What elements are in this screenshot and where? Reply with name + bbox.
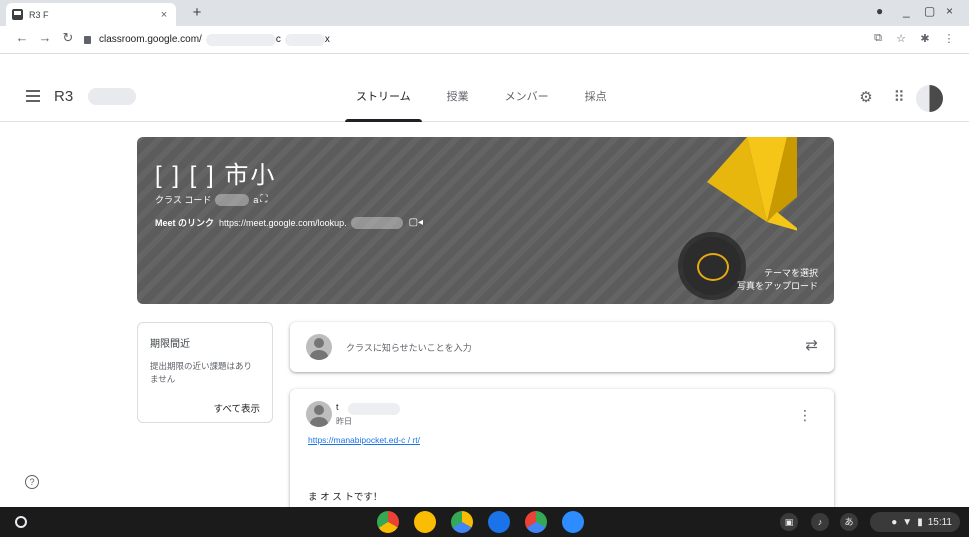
back-arrow-icon[interactable]: ←: [14, 30, 30, 45]
post-body: ま オ ス トです！: [308, 492, 383, 503]
zoom-app-icon[interactable]: [562, 511, 584, 533]
window-close-icon[interactable]: ×: [946, 4, 953, 18]
classroom-appbar: R3 ストリーム 授業 メンバー 採点 ⚙ ⠿: [0, 75, 969, 122]
announce-box[interactable]: クラスに知らせたいことを入力 ⇄: [290, 322, 834, 372]
tab-stream[interactable]: ストリーム: [345, 75, 422, 122]
launcher-icon[interactable]: [15, 516, 27, 528]
url-text: classroom.google.com/: [99, 34, 202, 45]
clock-time: 15:11: [927, 516, 952, 528]
microphone-icon[interactable]: ♪: [811, 513, 829, 531]
upload-badge-icon: [683, 237, 741, 295]
announce-placeholder[interactable]: クラスに知らせたいことを入力: [346, 341, 472, 354]
meet-url-redaction: [350, 216, 403, 229]
files-app-icon[interactable]: [488, 511, 510, 533]
url-tail-text: x: [324, 34, 330, 45]
class-name-redaction: [88, 88, 136, 105]
browser-tabstrip: R3 F × + ● _ ▢ ×: [0, 0, 969, 26]
clipboard-icon[interactable]: ▣: [780, 513, 798, 531]
upcoming-card: 期限間近 提出期限の近い課題はありません すべて表示: [137, 322, 273, 423]
extensions-puzzle-icon[interactable]: ✱: [918, 32, 932, 45]
main-menu-icon[interactable]: [26, 90, 40, 102]
repost-icon[interactable]: ⇄: [805, 336, 818, 354]
tab-grades[interactable]: 採点: [574, 75, 618, 122]
select-theme-link[interactable]: テーマを選択: [737, 267, 818, 280]
user-avatar: [306, 334, 332, 360]
forward-arrow-icon[interactable]: →: [37, 30, 53, 45]
classroom-favicon-icon: [12, 9, 23, 20]
address-bar[interactable]: classroom.google.com/ c x: [84, 29, 864, 50]
minimize-icon[interactable]: _: [903, 4, 910, 18]
class-tabs: ストリーム 授業 メンバー 採点: [345, 75, 632, 122]
apps-grid-icon[interactable]: ⠿: [889, 88, 909, 106]
wifi-icon: ▼: [902, 516, 913, 528]
more-options-icon[interactable]: ⋮: [798, 407, 812, 424]
class-code-redaction: [215, 193, 250, 206]
new-tab-button[interactable]: +: [188, 4, 206, 21]
help-icon[interactable]: ?: [25, 475, 39, 489]
reload-icon[interactable]: ↻: [60, 30, 76, 46]
class-code-label: クラス コード: [155, 195, 212, 205]
meet-label: Meet のリンク: [155, 218, 215, 228]
view-all-link[interactable]: すべて表示: [214, 401, 260, 415]
lock-icon: [84, 35, 91, 44]
upload-photo-link[interactable]: 写真をアップロード: [737, 280, 818, 293]
drive-app-icon[interactable]: [451, 511, 473, 533]
banner-actions: テーマを選択 写真をアップロード: [737, 267, 818, 293]
install-app-icon[interactable]: ⧉: [871, 32, 885, 45]
browser-menu-icon[interactable]: ⋮: [942, 32, 956, 45]
settings-gear-icon[interactable]: ⚙: [856, 88, 876, 106]
classroom-app-icon[interactable]: [414, 511, 436, 533]
class-banner: [ ] [ ] 市小 クラス コード a ⛶ Meet のリンク https:/…: [137, 137, 834, 304]
url-mid-text: c: [275, 34, 281, 45]
post-author: t: [336, 402, 339, 412]
post-link[interactable]: https://manabipocket.ed-c / rt/: [308, 435, 420, 445]
browser-tab[interactable]: R3 F ×: [6, 3, 176, 26]
profile-dot-icon[interactable]: ●: [876, 4, 883, 18]
play-store-app-icon[interactable]: [525, 511, 547, 533]
tab-close-icon[interactable]: ×: [158, 9, 170, 21]
maximize-icon[interactable]: ▢: [924, 4, 935, 18]
class-name[interactable]: R3: [54, 88, 73, 105]
url-redaction: [205, 33, 276, 46]
fullscreen-code-icon[interactable]: ⛶: [260, 194, 267, 205]
browser-toolbar: ← → ↻ classroom.google.com/ c x ⧉ ☆ ✱ ⋮: [0, 26, 969, 54]
class-code-value: a: [253, 194, 259, 205]
tab-people[interactable]: メンバー: [494, 75, 560, 122]
author-avatar: [306, 401, 332, 427]
video-camera-icon[interactable]: ▢◂: [409, 217, 423, 228]
system-shelf: ▣ ♪ あ ● ▼ ▮ 15:11: [0, 507, 969, 537]
ime-indicator[interactable]: あ: [840, 513, 858, 531]
notification-icon: ●: [891, 516, 898, 528]
account-avatar[interactable]: [916, 85, 943, 112]
chrome-app-icon[interactable]: [377, 511, 399, 533]
url-redaction: [284, 33, 325, 46]
tab-classwork[interactable]: 授業: [436, 75, 480, 122]
meet-link[interactable]: https://meet.google.com/lookup.: [219, 218, 347, 228]
bookmark-star-icon[interactable]: ☆: [894, 32, 908, 45]
banner-title: [ ] [ ] 市小: [155, 162, 277, 189]
post-date: 昨日: [336, 417, 352, 426]
battery-icon: ▮: [917, 516, 923, 528]
tab-title: R3 F: [29, 9, 49, 20]
upcoming-heading: 期限間近: [150, 339, 190, 350]
status-area[interactable]: ● ▼ ▮ 15:11: [870, 512, 960, 532]
author-redaction: [348, 403, 400, 415]
stream-post: t 昨日 ⋮ https://manabipocket.ed-c / rt/ ま…: [290, 389, 834, 519]
upcoming-description: 提出期限の近い課題はありません: [150, 361, 253, 384]
